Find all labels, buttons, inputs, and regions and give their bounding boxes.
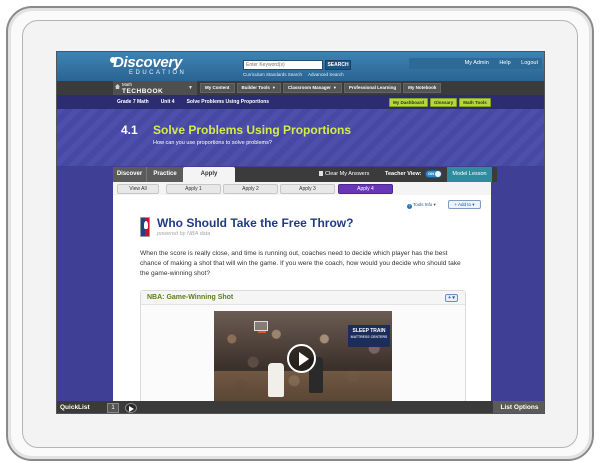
logo-sub-text: EDUCATION <box>129 70 187 76</box>
powered-by-text: powered by NBA data <box>157 231 211 237</box>
chevron-down-icon: ▼ <box>188 85 193 91</box>
article-body: When the score is really close, and time… <box>140 250 461 277</box>
content-panel: ? Tools Info ▾ + Add to ▾ Who Should Take… <box>113 195 491 404</box>
tools-info-label: Tools Info ▾ <box>413 202 436 207</box>
backboard-shape <box>254 321 268 331</box>
play-icon[interactable] <box>287 344 316 373</box>
breadcrumb-buttons: My Dashboard Glossary Math Tools <box>389 98 491 107</box>
nav-item-label: My Content <box>205 85 230 90</box>
help-link[interactable]: Help <box>499 60 510 66</box>
nav-item-label: Professional Learning <box>348 85 397 90</box>
lesson-banner: 4.1 Solve Problems Using Proportions How… <box>57 109 544 166</box>
nav-items: My Content Builder Tools ▼ Classroom Mana… <box>200 83 442 93</box>
tools-info-button[interactable]: ? Tools Info ▾ <box>407 202 436 209</box>
tab-discover[interactable]: Discover <box>113 167 146 182</box>
logo-main-text: Discovery <box>113 54 183 71</box>
quicklist-bar: QuickList 1 List Options <box>57 401 544 413</box>
player-white-shape <box>268 363 284 397</box>
main-nav: Math TECHBOOK ▼ My Content Builder Tools… <box>57 81 544 95</box>
nav-item-label: Classroom Manager <box>287 85 331 90</box>
add-to-button[interactable]: + Add to ▾ <box>448 200 481 209</box>
subtab-apply-3[interactable]: Apply 3 <box>280 184 335 194</box>
home-small-label: Math <box>122 82 133 87</box>
lesson-title: Solve Problems Using Proportions <box>153 123 352 137</box>
video-player[interactable]: SLEEP TRAIN MATTRESS CENTERS <box>214 311 392 404</box>
search-links: Curriculum Standards Search Advanced Sea… <box>243 72 349 77</box>
nav-item-label: Builder Tools <box>241 85 270 90</box>
article-title: Who Should Take the Free Throw? <box>157 216 354 230</box>
clear-answers-label: Clear My Answers <box>325 171 370 177</box>
help-icon: ? <box>407 204 412 209</box>
arena-sign: SLEEP TRAIN MATTRESS CENTERS <box>348 325 390 347</box>
breadcrumb-items: Grade 7 Math Unit 4 Solve Problems Using… <box>117 95 281 109</box>
nav-item-label: My Notebook <box>408 85 437 90</box>
nav-item-professional-learning[interactable]: Professional Learning <box>343 83 402 93</box>
nav-item-my-notebook[interactable]: My Notebook <box>403 83 442 93</box>
techbook-home-tab[interactable]: Math TECHBOOK ▼ <box>113 81 197 95</box>
home-brand-label: TECHBOOK <box>122 88 164 95</box>
teacher-view-toggle[interactable]: ON <box>425 170 442 178</box>
quicklist-play-icon[interactable] <box>125 403 137 413</box>
rim-shape <box>258 331 266 333</box>
discovery-education-logo[interactable]: Discovery EDUCATION <box>113 55 186 77</box>
standards-search-link[interactable]: Curriculum Standards Search <box>243 72 302 77</box>
breadcrumb: Grade 7 Math Unit 4 Solve Problems Using… <box>57 95 544 109</box>
breadcrumb-lesson[interactable]: Solve Problems Using Proportions <box>187 95 270 109</box>
site-header: Discovery EDUCATION SEARCH Curriculum St… <box>57 52 544 81</box>
advanced-search-link[interactable]: Advanced Search <box>308 72 344 77</box>
arena-sign-sub: MATTRESS CENTERS <box>350 335 388 339</box>
lesson-question: How can you use proportions to solve pro… <box>153 140 272 146</box>
quicklist-count: 1 <box>107 403 119 413</box>
nav-item-builder-tools[interactable]: Builder Tools ▼ <box>236 83 281 93</box>
breadcrumb-unit[interactable]: Unit 4 <box>161 95 175 109</box>
toggle-state: ON <box>428 171 434 176</box>
nav-item-classroom-manager[interactable]: Classroom Manager ▼ <box>282 83 342 93</box>
video-card-title: NBA: Game-Winning Shot <box>147 294 234 301</box>
video-card: NBA: Game-Winning Shot + ▾ SLEEP TRAIN MA… <box>140 290 466 404</box>
breadcrumb-grade[interactable]: Grade 7 Math <box>117 95 149 109</box>
lesson-tabs: Discover Practice Apply Clear My Answers… <box>57 166 544 182</box>
my-dashboard-button[interactable]: My Dashboard <box>389 98 429 107</box>
math-tools-button[interactable]: Math Tools <box>459 98 491 107</box>
search-input[interactable] <box>243 60 323 70</box>
subtab-apply-4[interactable]: Apply 4 <box>338 184 393 194</box>
glossary-button[interactable]: Glossary <box>430 98 458 107</box>
nav-item-my-content[interactable]: My Content <box>200 83 235 93</box>
list-options-button[interactable]: List Options <box>493 401 544 413</box>
subtab-apply-2[interactable]: Apply 2 <box>223 184 278 194</box>
video-card-header: NBA: Game-Winning Shot + ▾ <box>141 291 465 305</box>
tab-apply[interactable]: Apply <box>183 167 235 182</box>
clear-answers-button[interactable]: Clear My Answers <box>319 167 369 182</box>
my-admin-link[interactable]: My Admin <box>465 60 489 66</box>
card-add-button[interactable]: + ▾ <box>445 294 458 302</box>
apply-subtabs: View All Apply 1 Apply 2 Apply 3 Apply 4 <box>113 182 491 195</box>
chevron-down-icon: ▼ <box>271 85 276 90</box>
screen: Discovery EDUCATION SEARCH Curriculum St… <box>56 51 545 414</box>
trash-icon <box>319 171 323 176</box>
chevron-down-icon: ▼ <box>332 85 337 90</box>
lesson-number: 4.1 <box>121 123 138 137</box>
tab-practice[interactable]: Practice <box>146 167 183 182</box>
quicklist-label[interactable]: QuickList <box>60 401 90 413</box>
subtab-apply-1[interactable]: Apply 1 <box>166 184 221 194</box>
model-lesson-button[interactable]: Model Lesson <box>447 167 492 182</box>
subtab-view-all[interactable]: View All <box>117 184 159 194</box>
video-frame-court <box>214 371 392 404</box>
utility-links: My Admin Help Logout <box>409 58 542 69</box>
teacher-view-label: Teacher View: <box>385 171 422 177</box>
search-button[interactable]: SEARCH <box>325 60 351 70</box>
logout-link[interactable]: Logout <box>521 60 538 66</box>
home-icon <box>115 84 120 89</box>
toggle-knob <box>435 171 441 177</box>
nba-logo-icon <box>140 217 150 237</box>
